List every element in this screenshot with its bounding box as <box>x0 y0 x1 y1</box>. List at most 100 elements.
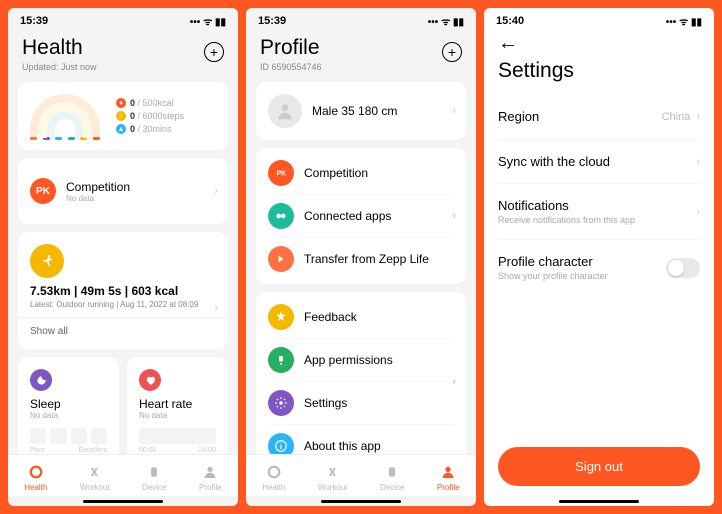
list-item[interactable]: Connected apps› <box>268 195 454 238</box>
workout-stats: 7.53km | 49m 5s | 603 kcal <box>30 284 216 298</box>
device-tab-icon <box>145 463 163 481</box>
competition-card[interactable]: PK Competition No data › <box>18 158 228 224</box>
tab-bar: Health Workout Device Profile <box>246 454 476 496</box>
page-title: Profile <box>260 36 462 60</box>
tab-workout[interactable]: Workout <box>318 463 348 492</box>
workout-tab-icon <box>324 463 342 481</box>
chevron-right-icon: › <box>214 185 218 197</box>
list-item[interactable]: Feedback› <box>268 296 454 339</box>
notif-sub: Receive notifications from this app <box>498 215 635 225</box>
chevron-right-icon: › <box>452 210 456 222</box>
item-label: Settings <box>304 396 347 410</box>
char-sub: Show your profile character <box>498 271 608 281</box>
heart-card[interactable]: Heart rate No data 00:0024:00 <box>127 357 228 454</box>
settings-list: Region China › Sync with the cloud › Noti… <box>484 93 714 295</box>
tab-workout[interactable]: Workout <box>80 463 110 492</box>
chevron-right-icon: › <box>696 206 700 218</box>
tab-device[interactable]: Device <box>142 463 166 492</box>
profile-id: ID 6590554746 <box>260 62 462 72</box>
sleep-label: Sleep <box>30 397 107 411</box>
heart-label: Heart rate <box>139 397 216 411</box>
profile-char-row: Profile character Show your profile char… <box>498 240 700 295</box>
status-time: 15:40 <box>496 15 524 27</box>
competition-label: Competition <box>66 180 130 194</box>
item-label: About this app <box>304 439 381 453</box>
health-tab-icon <box>27 463 45 481</box>
header: Health Updated: Just now + <box>8 32 238 82</box>
status-bar: 15:39 ••• ᯤ ▮▮ <box>8 8 238 32</box>
item-label: Competition <box>304 166 368 180</box>
item-icon <box>268 203 294 229</box>
sync-row[interactable]: Sync with the cloud › <box>498 140 700 184</box>
item-icon: PK <box>268 160 294 186</box>
tab-health[interactable]: Health <box>24 463 47 492</box>
status-icons: ••• ᯤ ▮▮ <box>666 14 702 28</box>
page-title: Settings <box>498 59 700 83</box>
item-icon <box>268 246 294 272</box>
back-button[interactable]: ← <box>484 32 714 55</box>
header: Settings <box>484 55 714 93</box>
profile-section-1: PK Competition ›Connected apps›Transfer fr… <box>256 148 466 284</box>
char-label: Profile character <box>498 254 608 269</box>
device-tab-icon <box>383 463 401 481</box>
activity-summary-card[interactable]: ♦0 / 500kcal ⚡0 / 6000steps ▲0 / 30mins <box>18 82 228 150</box>
health-tab-icon <box>265 463 283 481</box>
status-bar: 15:40 ••• ᯤ ▮▮ <box>484 8 714 32</box>
home-indicator[interactable] <box>83 500 163 503</box>
sleep-card[interactable]: Sleep No data PoorExcellent <box>18 357 119 454</box>
stand-icon: ▲ <box>116 124 126 134</box>
flame-icon: ♦ <box>116 98 126 108</box>
show-all-button[interactable]: Show all › <box>18 317 228 337</box>
content: ♦0 / 500kcal ⚡0 / 6000steps ▲0 / 30mins … <box>8 82 238 454</box>
user-card[interactable]: Male 35 180 cm › <box>256 82 466 140</box>
chevron-right-icon: › <box>696 111 700 123</box>
add-button[interactable]: + <box>204 42 224 62</box>
status-bar: 15:39 ••• ᯤ ▮▮ <box>246 8 476 32</box>
chevron-right-icon: › <box>214 302 218 314</box>
avatar-icon <box>268 94 302 128</box>
workout-tab-icon <box>86 463 104 481</box>
add-button[interactable]: + <box>442 42 462 62</box>
tab-profile[interactable]: Profile <box>199 463 222 492</box>
tab-profile[interactable]: Profile <box>437 463 460 492</box>
region-row[interactable]: Region China › <box>498 93 700 140</box>
phone-health: 15:39 ••• ᯤ ▮▮ Health Updated: Just now … <box>8 8 238 506</box>
phone-settings: 15:40 ••• ᯤ ▮▮ ← Settings Region China › … <box>484 8 714 506</box>
notif-label: Notifications <box>498 198 635 213</box>
list-item[interactable]: Settings› <box>268 382 454 425</box>
list-item[interactable]: iAbout this app› <box>268 425 454 454</box>
sign-out-button[interactable]: Sign out <box>498 447 700 486</box>
notifications-row[interactable]: Notifications Receive notifications from… <box>498 184 700 240</box>
region-label: Region <box>498 109 539 124</box>
profile-char-toggle[interactable] <box>666 258 700 278</box>
page-title: Health <box>22 36 224 60</box>
running-icon <box>30 244 64 278</box>
item-icon <box>268 347 294 373</box>
sleep-sub: No data <box>30 411 107 420</box>
home-indicator[interactable] <box>559 500 639 503</box>
tab-health[interactable]: Health <box>262 463 285 492</box>
profile-tab-icon <box>201 463 219 481</box>
workout-sub: Latest: Outdoor running | Aug 11, 2022 a… <box>30 300 216 309</box>
heart-sub: No data <box>139 411 216 420</box>
steps-icon: ⚡ <box>116 111 126 121</box>
moon-icon <box>30 369 52 391</box>
tab-bar: Health Workout Device Profile <box>8 454 238 496</box>
workout-card[interactable]: 7.53km | 49m 5s | 603 kcal Latest: Outdo… <box>18 232 228 349</box>
svg-text:i: i <box>280 442 282 451</box>
content: Male 35 180 cm › PKCompetition›Connected… <box>246 82 476 454</box>
header: Profile ID 6590554746 + <box>246 32 476 82</box>
region-value: China <box>662 111 691 123</box>
profile-tab-icon <box>439 463 457 481</box>
list-item[interactable]: PKCompetition› <box>268 152 454 195</box>
sync-label: Sync with the cloud <box>498 154 610 169</box>
activity-metrics: ♦0 / 500kcal ⚡0 / 6000steps ▲0 / 30mins <box>116 98 184 134</box>
heart-icon <box>139 369 161 391</box>
home-indicator[interactable] <box>321 500 401 503</box>
svg-text:PK: PK <box>277 171 287 178</box>
list-item[interactable]: Transfer from Zepp Life› <box>268 238 454 280</box>
tab-device[interactable]: Device <box>380 463 404 492</box>
status-time: 15:39 <box>20 15 48 27</box>
list-item[interactable]: App permissions› <box>268 339 454 382</box>
chevron-right-icon: › <box>452 105 456 117</box>
